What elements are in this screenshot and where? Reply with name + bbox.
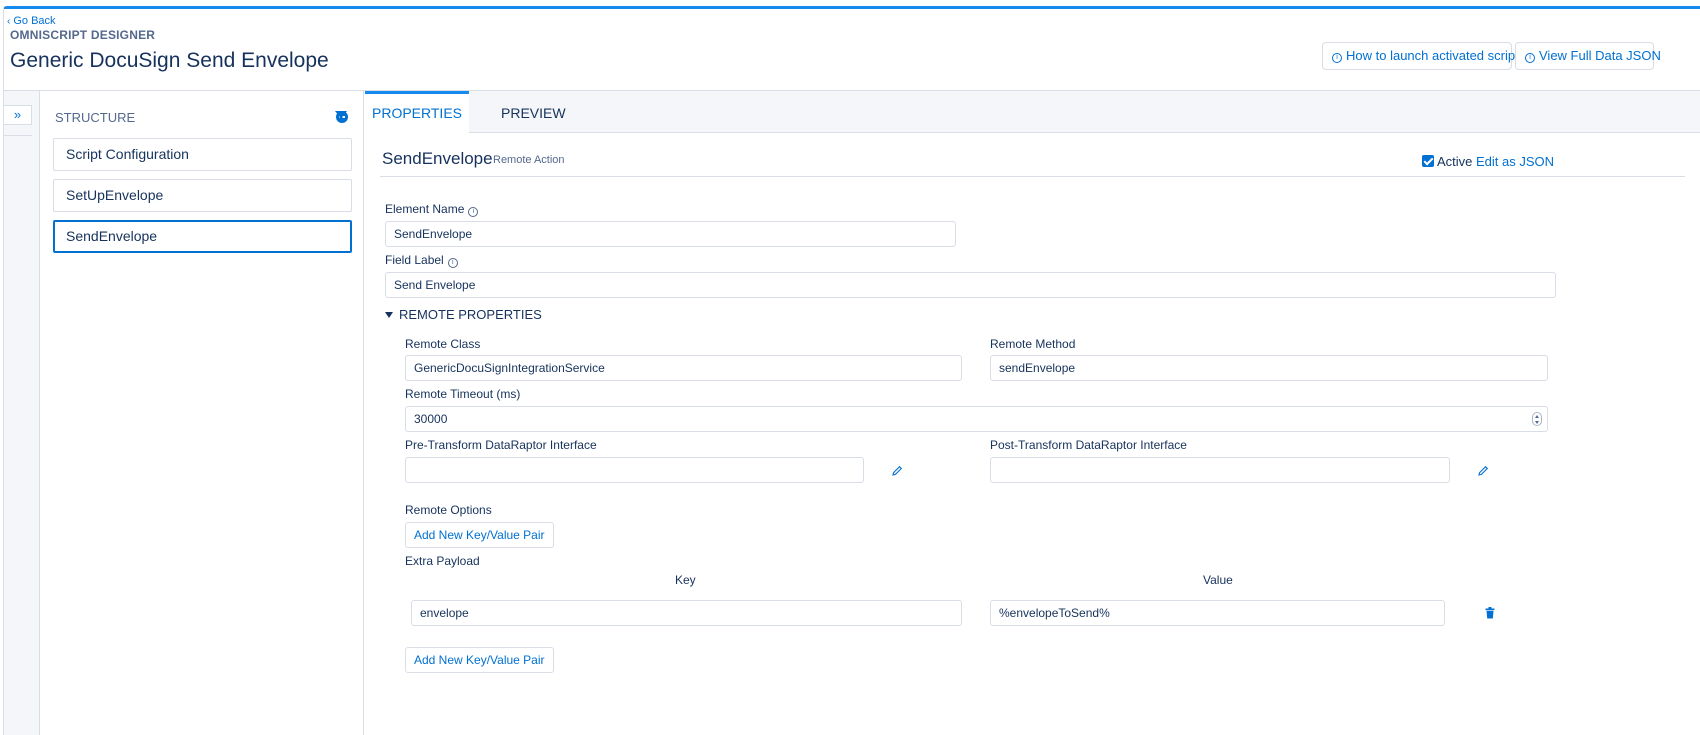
- properties-area: PROPERTIES PREVIEW SendEnvelope Remote A…: [365, 91, 1700, 735]
- payload-key-input[interactable]: [411, 600, 962, 626]
- extra-payload-label: Extra Payload: [405, 554, 480, 568]
- info-icon: i: [1332, 53, 1342, 63]
- field-label-label-text: Field Label: [385, 253, 444, 267]
- element-name-label-text: Element Name: [385, 202, 465, 216]
- page-title: Generic DocuSign Send Envelope: [10, 49, 329, 72]
- chevron-left-icon: ‹: [7, 16, 11, 27]
- tab-properties[interactable]: PROPERTIES: [365, 91, 469, 134]
- remote-properties-toggle[interactable]: REMOTE PROPERTIES: [385, 307, 542, 322]
- designer-label: OMNISCRIPT DESIGNER: [10, 28, 156, 42]
- double-chevron-right-icon: »: [13, 107, 22, 122]
- edit-as-json-link[interactable]: Edit as JSON: [1476, 154, 1554, 169]
- how-to-launch-label: How to launch activated script: [1346, 48, 1519, 63]
- view-full-json-button[interactable]: i View Full Data JSON: [1515, 42, 1661, 70]
- post-transform-label: Post-Transform DataRaptor Interface: [990, 438, 1187, 452]
- field-label-label: Field Label i: [385, 253, 458, 268]
- field-label-input[interactable]: [385, 272, 1556, 298]
- pre-transform-input[interactable]: [405, 457, 864, 483]
- add-payload-pair-button[interactable]: Add New Key/Value Pair: [405, 647, 554, 673]
- remote-timeout-input[interactable]: [405, 406, 1548, 432]
- caret-down-icon: [385, 312, 393, 318]
- info-icon[interactable]: i: [447, 258, 458, 268]
- tab-bar: PROPERTIES PREVIEW: [365, 91, 1700, 134]
- pencil-icon[interactable]: [891, 465, 903, 477]
- go-back-label: Go Back: [13, 15, 56, 27]
- remote-options-label: Remote Options: [405, 503, 492, 517]
- pencil-icon[interactable]: [1477, 465, 1489, 477]
- remote-class-label: Remote Class: [405, 337, 481, 351]
- view-full-json-label: View Full Data JSON: [1539, 48, 1661, 63]
- remote-method-input[interactable]: [990, 355, 1548, 381]
- structure-item-setupenvelope[interactable]: SetUpEnvelope: [53, 179, 352, 212]
- go-back-link[interactable]: ‹ Go Back: [7, 15, 56, 27]
- add-remote-option-button[interactable]: Add New Key/Value Pair: [405, 522, 554, 548]
- remote-properties-title: REMOTE PROPERTIES: [399, 307, 542, 322]
- page-header: ‹ Go Back OMNISCRIPT DESIGNER Generic Doc…: [4, 9, 1700, 91]
- key-column-header: Key: [675, 573, 696, 587]
- divider: [4, 135, 32, 136]
- sidebar-rail: »: [4, 91, 40, 735]
- info-icon[interactable]: i: [468, 207, 479, 217]
- tab-preview[interactable]: PREVIEW: [501, 91, 581, 133]
- remote-method-label: Remote Method: [990, 337, 1076, 351]
- filter-icon[interactable]: [335, 111, 347, 123]
- designer-frame: ‹ Go Back OMNISCRIPT DESIGNER Generic Doc…: [3, 6, 1700, 735]
- pre-transform-label: Pre-Transform DataRaptor Interface: [405, 438, 597, 452]
- element-title: SendEnvelope: [382, 149, 493, 168]
- post-transform-input[interactable]: [990, 457, 1450, 483]
- active-label: Active: [1437, 154, 1473, 169]
- payload-value-input[interactable]: [990, 600, 1445, 626]
- trash-icon[interactable]: [1485, 607, 1495, 619]
- element-name-label: Element Name i: [385, 202, 479, 217]
- element-header: SendEnvelope Remote Action Active Edit a…: [380, 149, 1685, 177]
- remote-timeout-label: Remote Timeout (ms): [405, 387, 521, 401]
- expand-sidebar-button[interactable]: »: [4, 105, 32, 125]
- element-name-input[interactable]: [385, 221, 956, 247]
- active-checkbox[interactable]: Active: [1422, 154, 1472, 169]
- remote-class-input[interactable]: [405, 355, 962, 381]
- value-column-header: Value: [1203, 573, 1233, 587]
- structure-panel: STRUCTURE Script Configuration SetUpEnve…: [41, 91, 364, 735]
- element-type: Remote Action: [493, 154, 565, 166]
- info-icon: i: [1525, 53, 1535, 63]
- number-stepper[interactable]: [1532, 412, 1542, 426]
- structure-item-sendenvelope[interactable]: SendEnvelope: [53, 220, 352, 253]
- checkbox-checked-icon: [1422, 155, 1434, 167]
- structure-item-script-configuration[interactable]: Script Configuration: [53, 138, 352, 171]
- structure-heading: STRUCTURE: [55, 110, 136, 125]
- how-to-launch-button[interactable]: i How to launch activated script: [1322, 42, 1519, 70]
